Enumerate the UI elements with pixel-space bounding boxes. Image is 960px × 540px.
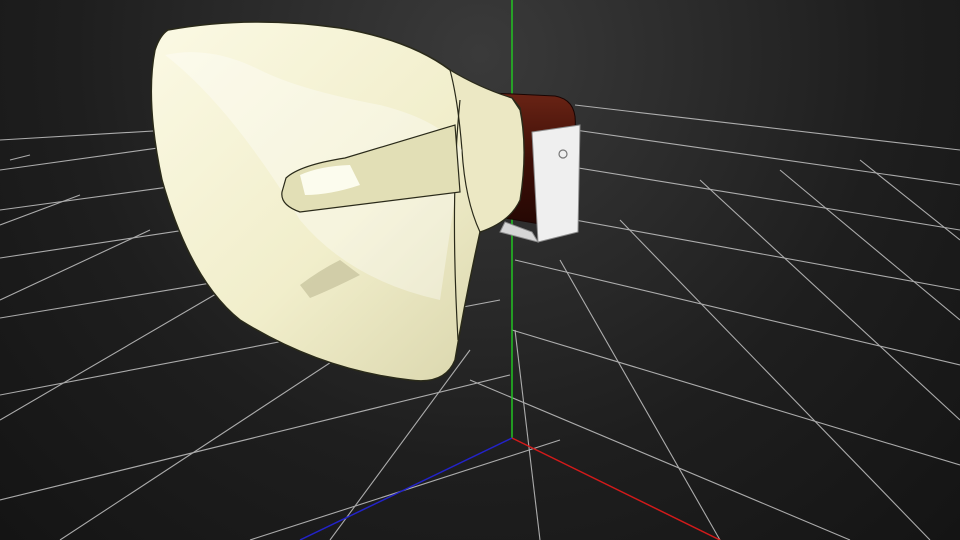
3d-viewport[interactable] bbox=[0, 0, 960, 540]
x-axis-line bbox=[511, 437, 721, 540]
horn-speaker-icon[interactable] bbox=[150, 21, 581, 382]
z-axis-line bbox=[299, 437, 513, 540]
